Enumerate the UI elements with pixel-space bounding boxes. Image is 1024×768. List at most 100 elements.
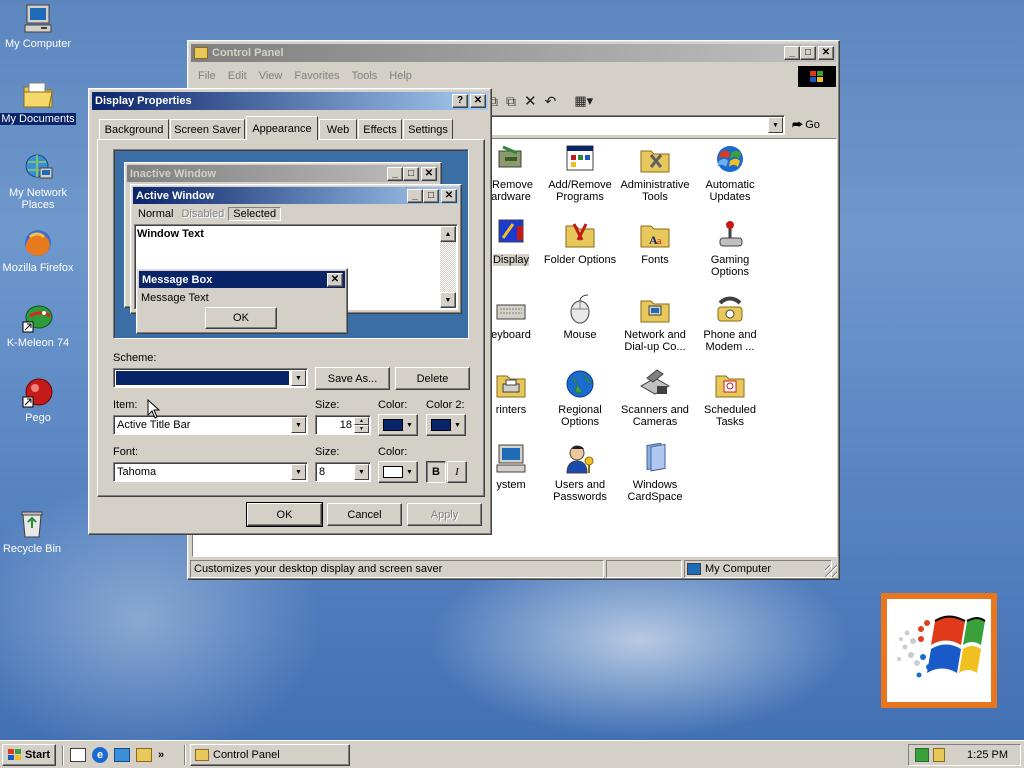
cp-item-folder-options[interactable]: Folder Options — [542, 218, 618, 266]
go-button[interactable]: ⮫ Go — [792, 115, 834, 135]
desktop-icon-pego[interactable]: Pego — [0, 377, 76, 424]
media-icon[interactable] — [136, 748, 152, 762]
desktop-icon-my-computer[interactable]: My Computer — [0, 3, 76, 50]
inactive-title: Inactive Window — [130, 167, 217, 180]
dropdown-arrow-icon[interactable]: ▼ — [291, 370, 306, 386]
outlook-express-icon[interactable] — [114, 748, 130, 762]
address-field[interactable]: ▼ — [488, 115, 785, 135]
cp-item-users-passwords[interactable]: Users and Passwords — [542, 443, 618, 503]
desktop-icon-my-documents[interactable]: My Documents — [0, 78, 76, 125]
spinner-buttons[interactable]: ▲ ▼ — [354, 417, 369, 433]
desktop-icon-my-network-places[interactable]: My Network Places — [0, 152, 76, 211]
go-arrow-icon: ⮫ — [792, 117, 804, 132]
size-spinner[interactable]: 18 ▲ ▼ — [315, 415, 371, 435]
resize-grip[interactable] — [825, 565, 837, 577]
menu-help[interactable]: Help — [383, 70, 418, 82]
color2-picker-button[interactable]: ▼ — [426, 414, 466, 436]
cancel-button[interactable]: Cancel — [327, 503, 402, 526]
menu-view[interactable]: View — [253, 70, 289, 82]
desktop-icon-mozilla-firefox[interactable]: Mozilla Firefox — [0, 227, 76, 274]
dropdown-arrow-icon[interactable]: ▼ — [291, 417, 306, 433]
tab-screen-saver[interactable]: Screen Saver — [170, 119, 245, 139]
dropdown-arrow-icon: ▼ — [454, 421, 461, 429]
preview-menu: Normal Disabled Selected — [134, 206, 282, 222]
display-properties-titlebar[interactable]: Display Properties ? ✕ — [92, 92, 488, 110]
cp-item-automatic-updates[interactable]: Automatic Updates — [692, 143, 768, 203]
dropdown-arrow-icon[interactable]: ▼ — [354, 464, 369, 480]
italic-label: I — [455, 466, 459, 478]
menu-favorites[interactable]: Favorites — [288, 70, 345, 82]
maximize-button[interactable]: □ — [800, 46, 816, 60]
desktop-icon-recycle-bin[interactable]: Recycle Bin — [0, 508, 70, 555]
address-dropdown-button[interactable]: ▼ — [768, 117, 783, 133]
menu-edit[interactable]: Edit — [222, 70, 253, 82]
tab-effects[interactable]: Effects — [358, 119, 402, 139]
apply-button[interactable]: Apply — [407, 503, 482, 526]
color2-label: Color 2: — [426, 399, 465, 411]
start-button[interactable]: Start — [2, 744, 56, 766]
save-as-button[interactable]: Save As... — [315, 367, 390, 390]
cp-item-scheduled-tasks[interactable]: Scheduled Tasks — [692, 368, 768, 428]
taskbar-separator — [62, 745, 64, 765]
undo-icon[interactable]: ↶ — [545, 93, 557, 110]
tab-settings[interactable]: Settings — [403, 119, 453, 139]
desktop-icon-k-meleon[interactable]: K-Meleon 74 — [0, 302, 76, 349]
cp-item-regional-options[interactable]: Regional Options — [542, 368, 618, 428]
cp-item-gaming-options[interactable]: Gaming Options — [692, 218, 768, 278]
font-color-picker-button[interactable]: ▼ — [378, 461, 418, 483]
tab-background[interactable]: Background — [99, 119, 169, 139]
menu-tools[interactable]: Tools — [346, 70, 384, 82]
tab-appearance[interactable]: Appearance — [246, 116, 318, 140]
views-icon[interactable]: ▦▾ — [574, 93, 593, 109]
cp-item-label: Windows CardSpace — [627, 479, 683, 503]
font-size-select[interactable]: 8 ▼ — [315, 462, 371, 482]
cp-item-phone-modem[interactable]: Phone and Modem ... — [692, 293, 768, 353]
scheme-label: Scheme: — [113, 352, 157, 364]
close-button[interactable]: ✕ — [470, 94, 486, 108]
printer-icon — [495, 368, 527, 400]
ok-button[interactable]: OK — [246, 502, 323, 527]
cp-item-label: Mouse — [563, 329, 597, 341]
chevron-right-icon[interactable]: » — [158, 749, 164, 761]
menu-file[interactable]: File — [192, 70, 222, 82]
item-select[interactable]: Active Title Bar ▼ — [113, 415, 308, 435]
cp-item-mouse[interactable]: Mouse — [542, 293, 618, 341]
taskbar-item-control-panel[interactable]: Control Panel — [190, 744, 350, 766]
clock[interactable]: 1:25 PM — [967, 749, 1008, 761]
cp-item-label: Users and Passwords — [553, 479, 607, 503]
dialog-title: Display Properties — [95, 95, 192, 107]
delete-button[interactable]: Delete — [395, 367, 470, 390]
hardware-icon — [495, 143, 527, 175]
spin-up-button[interactable]: ▲ — [354, 417, 369, 425]
show-desktop-icon[interactable] — [70, 748, 86, 762]
font-value: Tahoma — [117, 466, 157, 478]
control-panel-titlebar[interactable]: Control Panel _ □ ✕ — [191, 44, 836, 62]
copy-to-icon[interactable]: ⧉ — [506, 93, 516, 110]
cp-item-scanners-cameras[interactable]: Scanners and Cameras — [617, 368, 693, 428]
font-select[interactable]: Tahoma ▼ — [113, 462, 308, 482]
help-button[interactable]: ? — [452, 94, 468, 108]
dropdown-arrow-icon[interactable]: ▼ — [291, 464, 306, 480]
network-tray-icon[interactable] — [915, 748, 929, 762]
tab-web[interactable]: Web — [319, 119, 357, 139]
close-button[interactable]: ✕ — [818, 46, 834, 60]
dropdown-arrow-icon: ▼ — [406, 468, 413, 476]
cp-item-label: Fonts — [641, 254, 669, 266]
cp-item-fonts[interactable]: Aa Fonts — [617, 218, 693, 266]
delete-label: Delete — [416, 372, 449, 385]
cp-item-administrative-tools[interactable]: Administrative Tools — [617, 143, 693, 203]
cp-item-network-dialup[interactable]: Network and Dial-up Co... — [617, 293, 693, 353]
cp-item-windows-cardspace[interactable]: Windows CardSpace — [617, 442, 693, 503]
cp-item-add-remove-programs[interactable]: Add/Remove Programs — [542, 143, 618, 203]
scheme-select[interactable]: ▼ — [113, 368, 308, 388]
spin-down-button[interactable]: ▼ — [354, 425, 369, 433]
color-picker-button[interactable]: ▼ — [378, 414, 418, 436]
delete-icon[interactable]: ✕ — [524, 92, 537, 110]
internet-explorer-icon[interactable]: e — [92, 747, 108, 763]
cp-item-label: /Remove ardware — [488, 179, 534, 203]
minimize-button[interactable]: _ — [784, 46, 800, 60]
status-zone-label: My Computer — [705, 563, 772, 575]
italic-toggle-button[interactable]: I — [447, 461, 467, 483]
bold-toggle-button[interactable]: B — [426, 461, 446, 483]
speaker-tray-icon[interactable] — [933, 748, 945, 762]
